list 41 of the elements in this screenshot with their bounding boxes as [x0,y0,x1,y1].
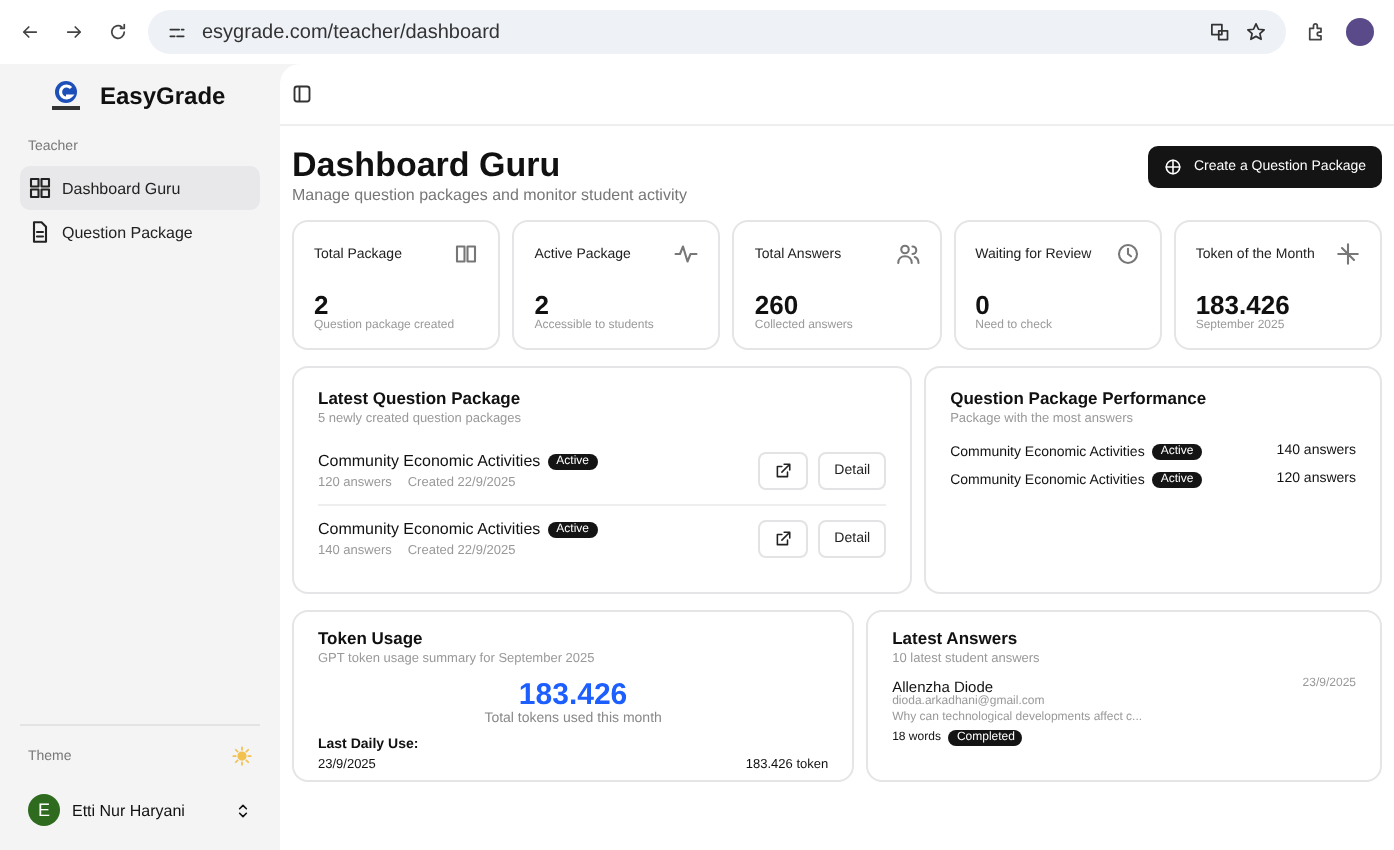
card-title: Question Package Performance [950,388,1209,408]
star-icon [1246,22,1266,42]
stat-value: 183.426 [1195,290,1292,320]
page-subtitle: Manage question packages and monitor student activity [292,186,687,204]
stat-value: 2 [314,290,329,320]
address-bar[interactable]: esygrade.com/teacher/dashboard [148,10,1286,54]
pulse-icon [674,242,699,266]
reload-icon [108,22,128,42]
card-title: Latest Answers [892,628,1020,648]
external-link-icon [774,530,793,548]
package-name: Community Economic Activities [318,520,541,538]
extensions-icon [1306,22,1326,42]
external-link-icon [774,462,793,480]
user-name: Etti Nur Haryani [72,801,185,819]
chevron-up-down-icon [234,801,252,819]
stat-value: 260 [754,290,799,320]
sidebar-item[interactable]: Dashboard Guru [20,166,260,210]
sidebar-item[interactable]: Question Package [20,210,260,254]
page-title: Dashboard Guru [292,146,563,186]
forward-icon [64,22,84,42]
document-icon [28,220,52,244]
url-text: esygrade.com/teacher/dashboard [202,21,500,43]
stat-value: 2 [534,290,549,320]
profile-avatar[interactable] [1346,18,1374,46]
back-icon [20,22,40,42]
open-link-button[interactable] [758,452,809,490]
user-avatar: E [28,794,60,826]
sidebar-toggle-icon[interactable] [292,84,312,104]
logo-icon [48,80,84,112]
users-icon [895,242,920,266]
package-name: Community Economic Activities [318,452,541,470]
grid-icon [28,176,52,200]
brand-name: EasyGrade [100,82,226,110]
card-title: Latest Question Package [318,388,523,408]
stat-value: 0 [975,290,990,320]
card-title: Token Usage [318,628,425,648]
clock-icon [1115,242,1140,266]
open-link-button[interactable] [758,520,809,558]
token-total: 183.426 [516,678,628,712]
sun-icon [232,746,252,766]
translate-icon [1210,22,1230,42]
